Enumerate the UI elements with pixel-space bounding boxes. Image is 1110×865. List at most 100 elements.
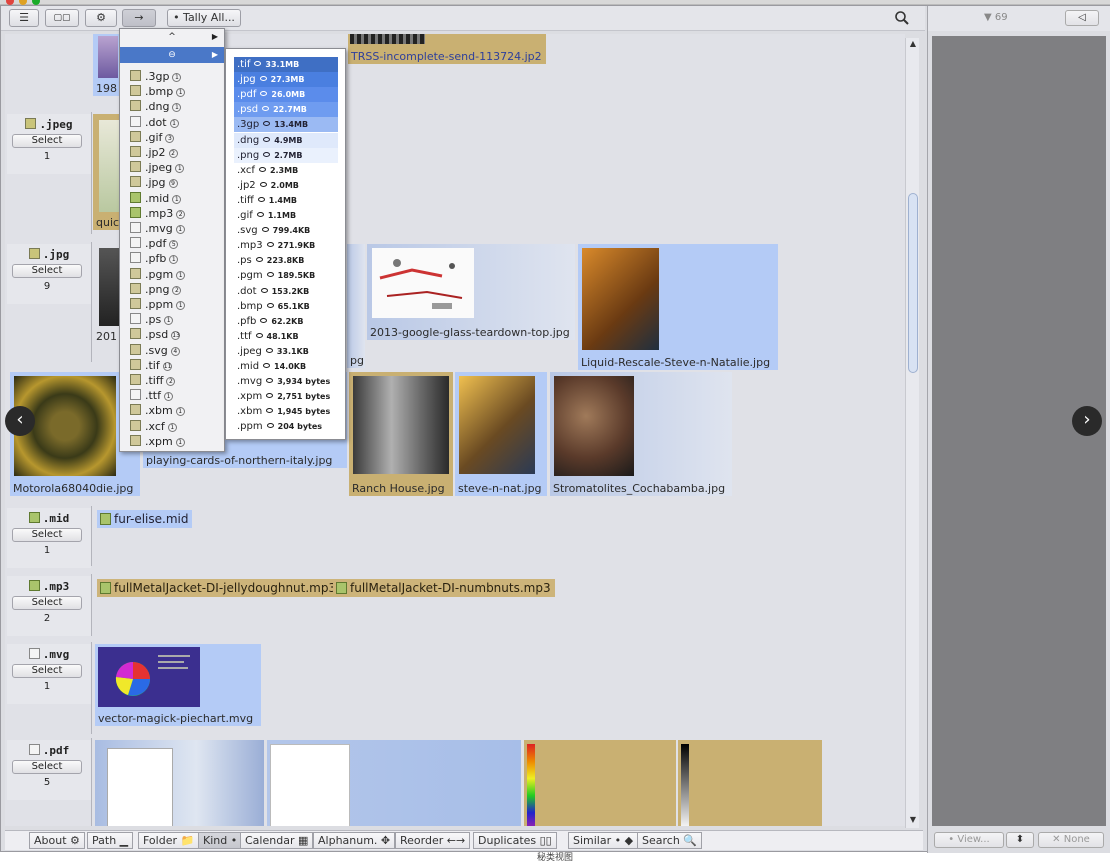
kind-menu-item[interactable]: .tiff 2 <box>130 373 176 388</box>
kind-menu-item[interactable]: .tif 11 <box>130 358 172 373</box>
kind-menu-item[interactable]: .xbm 1 <box>130 403 185 418</box>
search-icon[interactable] <box>894 10 910 26</box>
kind-menu-item[interactable]: .pfb 1 <box>130 251 179 266</box>
file-numbnuts[interactable]: fullMetalJacket-DI-numbnuts.mp3 <box>333 579 555 597</box>
path-button[interactable]: Path ▁ <box>87 832 134 849</box>
view-button[interactable]: • View... <box>934 832 1004 848</box>
menu-button[interactable]: ☰ <box>9 9 39 27</box>
kind-menu-item[interactable]: .ppm 1 <box>130 297 186 312</box>
size-menu-item[interactable]: .tif 33.1MB <box>234 57 338 72</box>
file-jellydoughnut[interactable]: fullMetalJacket-DI-jellydoughnut.mp3 <box>97 579 341 597</box>
size-menu-item[interactable]: .dng 4.9MB <box>234 132 338 148</box>
similar-button[interactable]: Similar • ◆ <box>568 832 639 849</box>
select-none-button[interactable]: ✕ None <box>1038 832 1104 848</box>
size-menu-item[interactable]: .ppm 204 bytes <box>234 419 338 434</box>
size-menu-item[interactable]: .svg 799.4KB <box>234 223 338 238</box>
settings-button[interactable]: ⚙ <box>85 9 117 27</box>
kind-menu-item[interactable]: .mvg 1 <box>130 221 185 236</box>
select-button[interactable]: Select <box>12 596 82 610</box>
size-menu-item[interactable]: .ps 223.8KB <box>234 253 338 268</box>
kind-menu-item[interactable]: .bmp 1 <box>130 84 186 99</box>
size-menu-item[interactable]: .jpg 27.3MB <box>234 72 338 88</box>
vertical-scrollbar[interactable]: ▲ ▼ <box>905 38 919 828</box>
size-menu-item[interactable]: .3gp 13.4MB <box>234 117 338 133</box>
kind-menu-item[interactable]: .png 2 <box>130 282 182 297</box>
size-menu-item[interactable]: .bmp 65.1KB <box>234 299 338 314</box>
size-menu-item[interactable]: .pdf 26.0MB <box>234 87 338 103</box>
select-button[interactable]: Select <box>12 664 82 678</box>
menu-head-size[interactable]: ⊖ ▶ <box>120 47 224 63</box>
select-button[interactable]: Select <box>12 264 82 278</box>
tile-google-glass[interactable]: 2013-google-glass-teardown-top.jpg <box>367 244 575 340</box>
next-arrow-button[interactable]: › <box>1072 406 1102 436</box>
tile-pdf-4[interactable] <box>678 740 822 826</box>
collapse-sidebar-button[interactable]: ◁ <box>1065 10 1099 26</box>
tile-pdf-2[interactable] <box>267 740 521 826</box>
tile-liquid-rescale[interactable]: Liquid-Rescale-Steve-n-Natalie.jpg <box>578 244 778 370</box>
previous-arrow-button[interactable]: ‹ <box>5 406 35 436</box>
grid-view-button[interactable]: ▢▢ <box>45 9 79 27</box>
kind-menu-item[interactable]: .mid 1 <box>130 191 182 206</box>
size-menu-item[interactable]: .xbm 1,945 bytes <box>234 404 338 419</box>
tile-ranch-house[interactable]: Ranch House.jpg <box>349 372 453 496</box>
tile-jpg-partial-2[interactable]: pg <box>347 244 365 368</box>
size-menu-item[interactable]: .gif 1.1MB <box>234 208 338 223</box>
size-menu-item[interactable]: .dot 153.2KB <box>234 284 338 299</box>
size-menu-item[interactable]: .pfb 62.2KB <box>234 314 338 329</box>
folder-button[interactable]: Folder 📁 <box>138 832 200 849</box>
kind-menu-item[interactable]: .dot 1 <box>130 115 179 130</box>
size-menu-item[interactable]: .xpm 2,751 bytes <box>234 389 338 404</box>
kind-menu-item[interactable]: .dng 1 <box>130 99 182 114</box>
kind-menu-item[interactable]: .mp3 2 <box>130 206 186 221</box>
select-button[interactable]: Select <box>12 760 82 774</box>
tile-trss[interactable]: TRSS-incomplete-send-113724.jp2 <box>348 34 546 64</box>
size-menu-item[interactable]: .tiff 1.4MB <box>234 193 338 208</box>
tally-all-button[interactable]: • Tally All... <box>167 9 241 27</box>
about-button[interactable]: About ⚙ <box>29 832 85 849</box>
tile-pdf-3[interactable] <box>524 740 676 826</box>
size-menu-item[interactable]: .mvg 3,934 bytes <box>234 374 338 389</box>
tile-piechart[interactable]: vector-magick-piechart.mvg <box>95 644 261 726</box>
scroll-down-icon[interactable]: ▼ <box>906 814 920 826</box>
kind-menu-item[interactable]: .jpeg 1 <box>130 160 185 175</box>
kind-menu-item[interactable]: .psd 13 <box>130 327 181 342</box>
size-menu-item[interactable]: .mid 14.0KB <box>234 359 338 374</box>
kind-menu-item[interactable]: .ttf 1 <box>130 388 173 403</box>
tile-stromatolites[interactable]: Stromatolites_Cochabamba.jpg <box>550 372 732 496</box>
kind-menu-item[interactable]: .pgm 1 <box>130 267 186 282</box>
kind-count-badge: 9 <box>168 179 178 189</box>
file-fur-elise[interactable]: fur-elise.mid <box>97 510 193 528</box>
duplicates-button[interactable]: Duplicates ▯▯ <box>473 832 557 849</box>
kind-menu-item[interactable]: .ps 1 <box>130 312 174 327</box>
kind-menu-item[interactable]: .3gp 1 <box>130 69 182 84</box>
alphanum-button[interactable]: Alphanum. ✥ <box>313 832 396 849</box>
menu-head-up[interactable]: ^ ▶ <box>120 29 224 45</box>
size-menu-item[interactable]: .jp2 2.0MB <box>234 178 338 193</box>
size-menu-item[interactable]: .ttf 48.1KB <box>234 329 338 344</box>
move-to-button[interactable]: → <box>122 9 156 27</box>
scroll-up-icon[interactable]: ▲ <box>906 38 920 50</box>
size-menu-item[interactable]: .xcf 2.3MB <box>234 163 338 178</box>
scrollbar-thumb[interactable] <box>908 193 918 373</box>
kind-menu-item[interactable]: .xcf 1 <box>130 419 177 434</box>
kind-menu-item[interactable]: .svg 4 <box>130 343 180 358</box>
select-button[interactable]: Select <box>12 134 82 148</box>
kind-menu-item[interactable]: .pdf 5 <box>130 236 179 251</box>
size-menu-item[interactable]: .pgm 189.5KB <box>234 268 338 283</box>
kind-menu-item[interactable]: .jpg 9 <box>130 175 178 190</box>
kind-menu-item[interactable]: .xpm 1 <box>130 434 185 449</box>
size-menu-item[interactable]: .psd 22.7MB <box>234 102 338 118</box>
calendar-button[interactable]: Calendar ▦ <box>240 832 314 849</box>
kind-menu-item[interactable]: .jp2 2 <box>130 145 178 160</box>
reorder-button[interactable]: Reorder ←→ <box>395 832 471 849</box>
kind-button[interactable]: Kind • <box>198 832 243 849</box>
tile-steve-n-nat[interactable]: steve-n-nat.jpg <box>455 372 547 496</box>
kind-menu-item[interactable]: .gif 3 <box>130 130 175 145</box>
select-button[interactable]: Select <box>12 528 82 542</box>
size-menu-item[interactable]: .mp3 271.9KB <box>234 238 338 253</box>
size-menu-item[interactable]: .png 2.7MB <box>234 147 338 163</box>
tile-pdf-1[interactable] <box>95 740 264 826</box>
updown-button[interactable]: ⬍ <box>1006 832 1034 848</box>
size-menu-item[interactable]: .jpeg 33.1KB <box>234 344 338 359</box>
search-button[interactable]: Search 🔍 <box>637 832 702 849</box>
